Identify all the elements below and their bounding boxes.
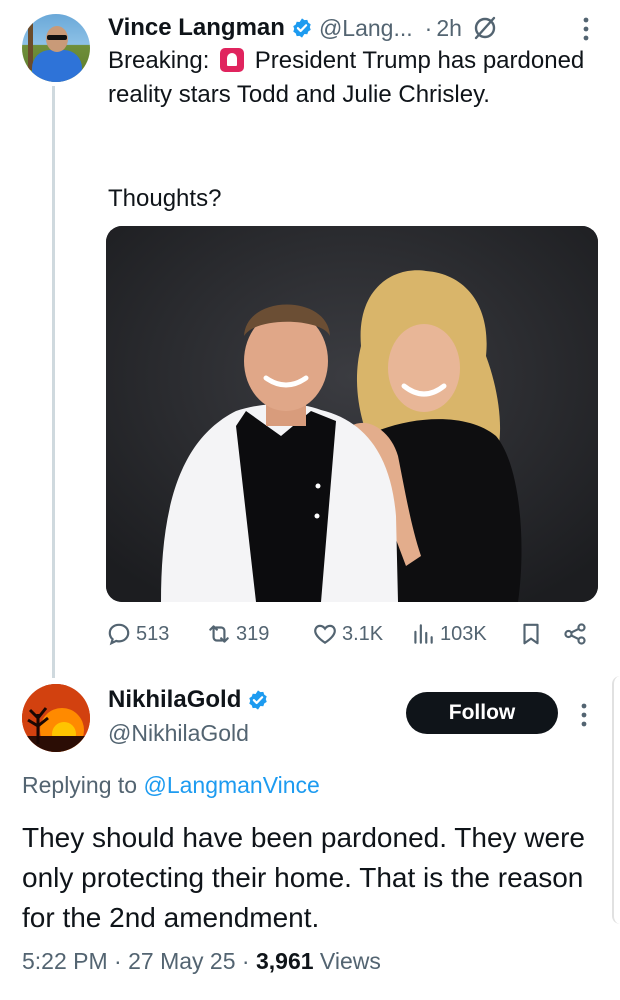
like-icon: [314, 624, 336, 644]
reply-views-label: Views: [319, 948, 381, 974]
thread-connector-line: [52, 86, 55, 678]
tweet-header: Vince Langman @Lang... · 2h: [108, 12, 598, 44]
engagement-bar: 513 319 3.1K 103K: [106, 616, 598, 652]
bookmark-icon[interactable]: [518, 621, 544, 647]
views-count: 103K: [440, 622, 487, 645]
avatar-shirt: [32, 50, 82, 82]
tweet-text-second: Thoughts?: [108, 185, 222, 212]
police-siren-emoji: [220, 48, 245, 72]
reply-author-name-row: NikhilaGold: [108, 686, 269, 714]
reply-views-count[interactable]: 3,961: [256, 948, 314, 974]
reply-count-button[interactable]: 513: [106, 616, 169, 652]
reply-meta: 5:22 PM · 27 May 25 · 3,961 Views: [22, 948, 381, 975]
views-count-button[interactable]: 103K: [410, 616, 487, 652]
replying-prefix: Replying to: [22, 772, 144, 798]
more-vertical-icon[interactable]: [576, 700, 592, 730]
author-handle[interactable]: @Lang...: [319, 15, 413, 42]
tweet-photo[interactable]: [106, 226, 598, 602]
repost-icon: [209, 625, 229, 643]
reply-date[interactable]: 27 May 25: [128, 948, 235, 974]
like-count: 3.1K: [342, 622, 384, 645]
grok-icon[interactable]: [472, 15, 498, 41]
replying-mention-link[interactable]: @LangmanVince: [143, 772, 319, 798]
avatar-sunglasses: [47, 35, 67, 40]
separator-dot: ·: [114, 948, 122, 974]
tweet-text: Breaking: President Trump has pardoned r…: [108, 44, 598, 112]
like-count-button[interactable]: 3.1K: [312, 616, 383, 652]
verified-badge-icon: [293, 18, 311, 38]
avatar[interactable]: [22, 14, 90, 82]
repost-count: 319: [236, 622, 270, 645]
reply-time[interactable]: 5:22 PM: [22, 948, 108, 974]
reply-author-handle[interactable]: @NikhilaGold: [108, 720, 249, 747]
follow-button[interactable]: Follow: [406, 692, 558, 734]
separator-dot: ·: [241, 948, 250, 974]
repost-count-button[interactable]: 319: [206, 616, 269, 652]
views-icon: [414, 624, 433, 644]
more-vertical-icon[interactable]: [578, 14, 594, 44]
reply-text: They should have been pardoned. They wer…: [22, 822, 585, 933]
tweet-time[interactable]: 2h: [436, 15, 462, 42]
reply-avatar[interactable]: [22, 684, 90, 752]
reply-icon: [108, 623, 130, 646]
separator-dot: ·: [424, 14, 433, 41]
replying-to: Replying to @LangmanVince: [22, 772, 320, 799]
tweet-text-start: Breaking:: [108, 47, 217, 74]
reply-author-name[interactable]: NikhilaGold: [108, 686, 241, 714]
verified-badge-icon: [249, 690, 268, 710]
scrollbar[interactable]: [612, 676, 620, 924]
share-icon[interactable]: [562, 621, 588, 647]
reply-count: 513: [136, 622, 170, 645]
author-name[interactable]: Vince Langman: [108, 14, 285, 42]
